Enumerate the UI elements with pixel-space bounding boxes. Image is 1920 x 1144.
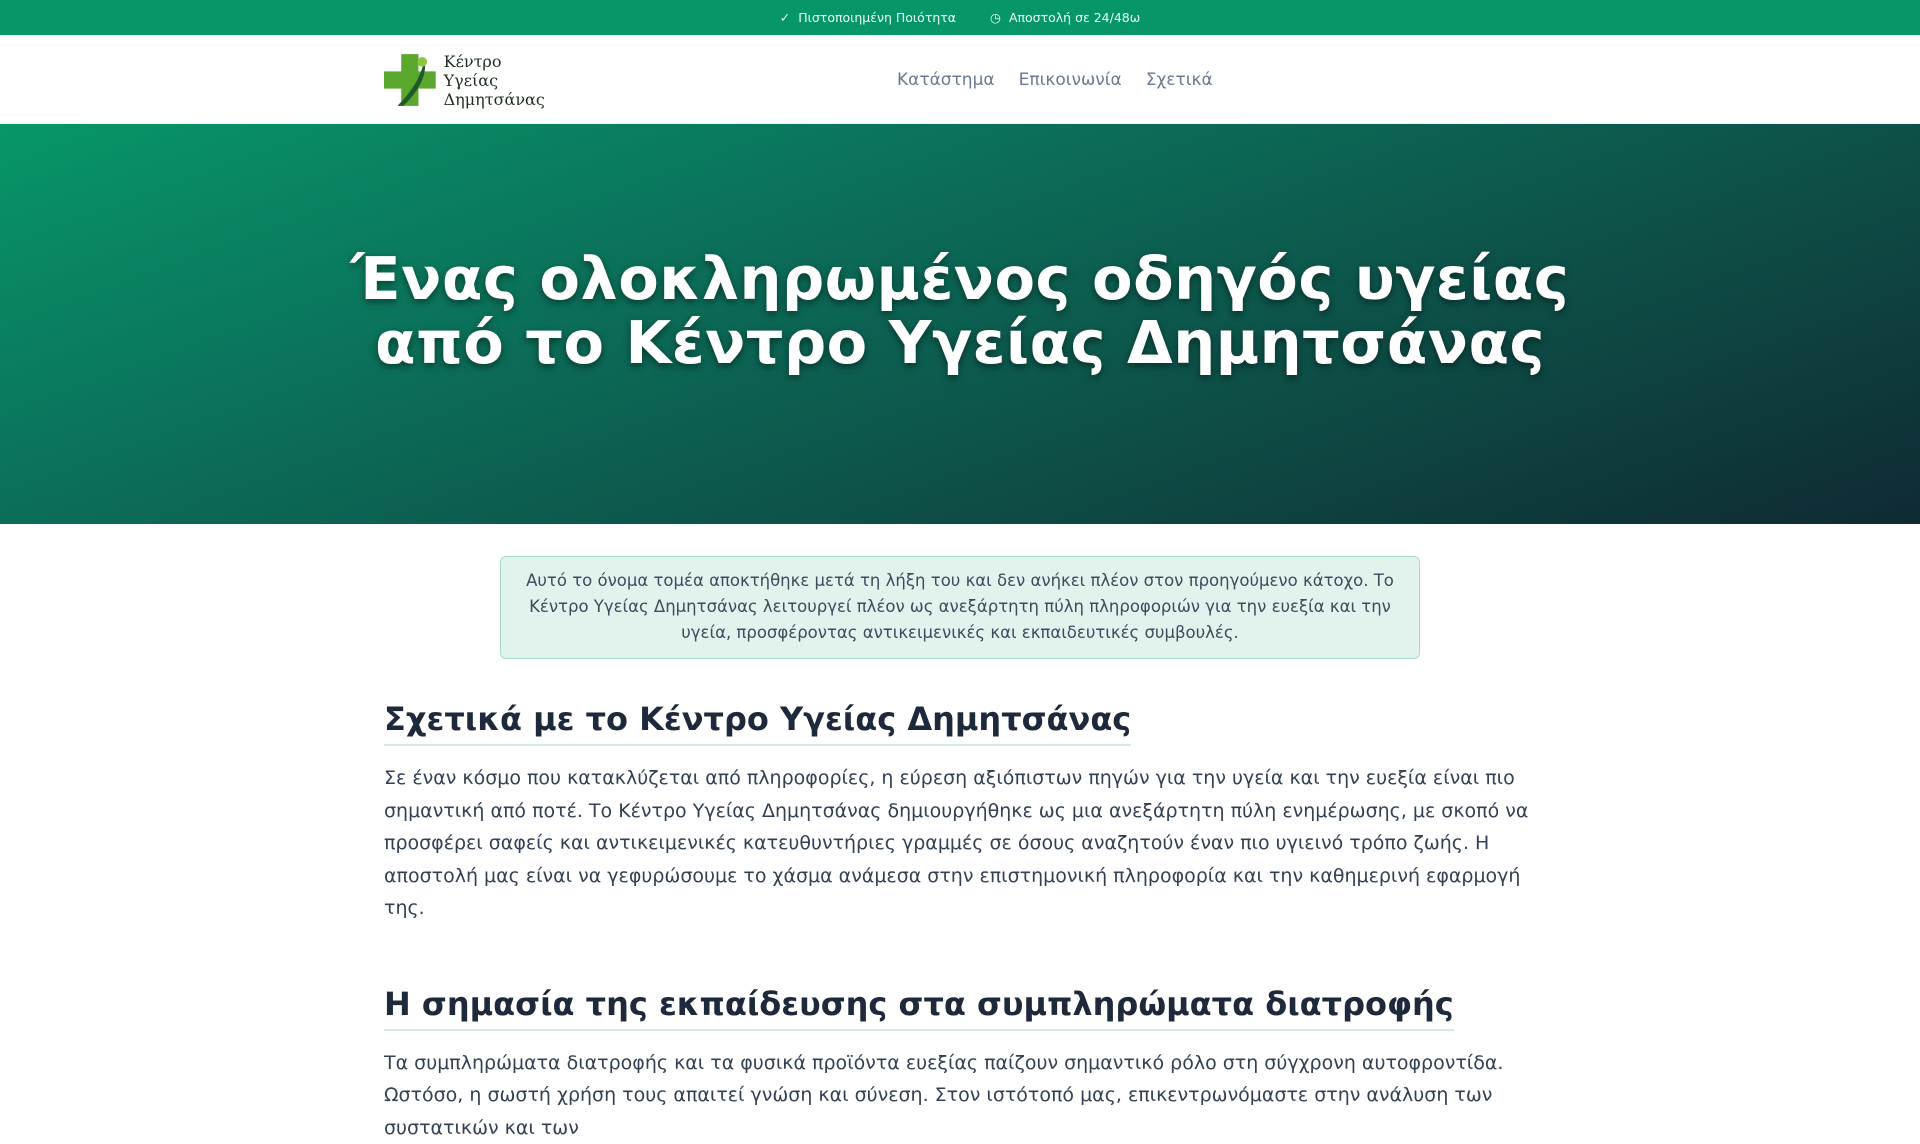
- section-text: Σε έναν κόσμο που κατακλύζεται από πληρο…: [384, 762, 1536, 925]
- shipping-badge: ◷Αποστολή σε 24/48ω: [990, 10, 1140, 25]
- hero-banner: Ένας ολοκληρωμένος οδηγός υγείαςαπό το Κ…: [0, 124, 1920, 524]
- section-heading: Η σημασία της εκπαίδευσης στα συμπληρώμα…: [384, 985, 1454, 1031]
- clock-icon: ◷: [990, 10, 1001, 25]
- quality-badge: ✓Πιστοποιημένη Ποιότητα: [780, 10, 956, 25]
- announcement-bar: ✓Πιστοποιημένη Ποιότητα ◷Αποστολή σε 24/…: [0, 0, 1920, 35]
- domain-notice: Αυτό το όνομα τομέα αποκτήθηκε μετά τη λ…: [500, 556, 1420, 659]
- about-section: Σχετικά με το Κέντρο Υγείας Δημητσάνας Σ…: [384, 700, 1536, 925]
- nav-shop[interactable]: Κατάστημα: [897, 70, 995, 90]
- supplements-section: Η σημασία της εκπαίδευσης στα συμπληρώμα…: [384, 985, 1536, 1144]
- main-content: Σχετικά με το Κέντρο Υγείας Δημητσάνας Σ…: [384, 700, 1536, 1144]
- check-icon: ✓: [780, 10, 790, 25]
- logo-cross-icon: [384, 49, 438, 111]
- section-heading: Σχετικά με το Κέντρο Υγείας Δημητσάνας: [384, 700, 1131, 746]
- nav-contact[interactable]: Επικοινωνία: [1019, 70, 1122, 90]
- hero-title: Ένας ολοκληρωμένος οδηγός υγείαςαπό το Κ…: [351, 247, 1569, 375]
- nav-about[interactable]: Σχετικά: [1146, 70, 1213, 90]
- main-nav: Κατάστημα Επικοινωνία Σχετικά: [897, 35, 1213, 124]
- site-logo[interactable]: Κέντρο ΥγείαςΔημητσάνας: [384, 47, 556, 113]
- site-header: Κέντρο ΥγείαςΔημητσάνας Κατάστημα Επικοι…: [0, 35, 1920, 124]
- section-text: Τα συμπληρώματα διατροφής και τα φυσικά …: [384, 1047, 1536, 1144]
